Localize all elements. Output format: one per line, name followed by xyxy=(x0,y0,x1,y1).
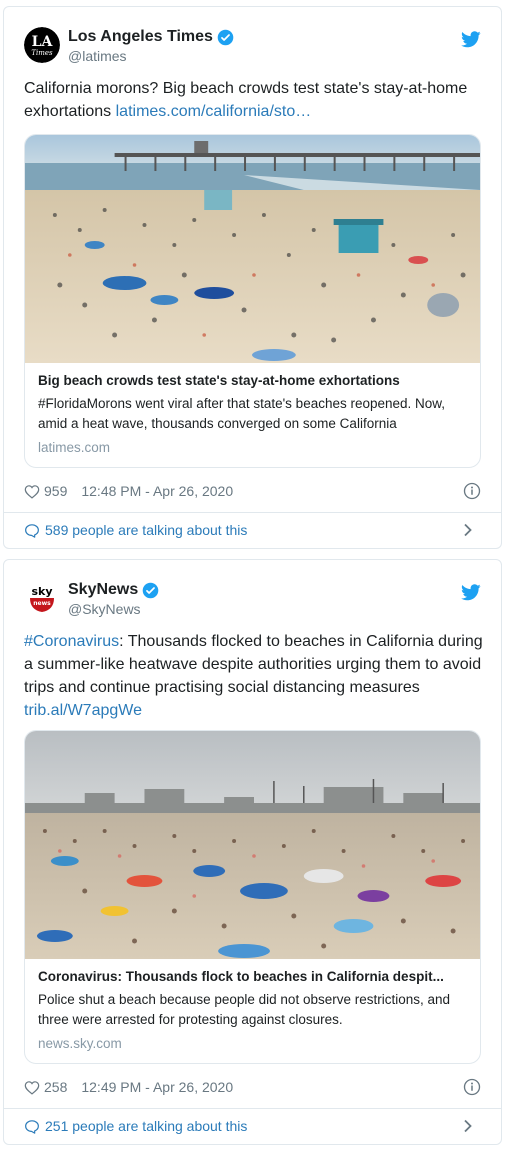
chevron-right-icon xyxy=(464,1119,472,1133)
avatar-sky-text: sky xyxy=(31,585,52,598)
tweet-header: LA Times Los Angeles Times @latimes xyxy=(24,27,481,67)
author-handle[interactable]: @latimes xyxy=(68,47,234,65)
link-card[interactable]: Coronavirus: Thousands flock to beaches … xyxy=(24,730,481,1064)
tweet-header: sky news SkyNews @SkyNews xyxy=(24,580,481,620)
tweet-text: California morons? Big beach crowds test… xyxy=(24,77,485,123)
tweet-timestamp[interactable]: 12:49 PM - Apr 26, 2020 xyxy=(81,1079,233,1095)
conversation-link[interactable]: 251 people are talking about this xyxy=(24,1116,481,1136)
divider xyxy=(4,1108,501,1109)
author-name[interactable]: SkyNews xyxy=(68,580,159,600)
card-description: #FloridaMorons went viral after that sta… xyxy=(38,396,446,431)
card-domain: latimes.com xyxy=(38,440,111,455)
card-description: Police shut a beach because people did n… xyxy=(38,992,451,1027)
conversation-text: 251 people are talking about this xyxy=(45,1118,248,1134)
verified-icon xyxy=(217,29,234,45)
skynews-logo-icon: sky news xyxy=(24,580,60,616)
hashtag-link[interactable]: #Coronavirus xyxy=(24,633,119,650)
latimes-logo-icon: LA Times xyxy=(24,27,60,63)
avatar-skynews[interactable]: sky news xyxy=(24,580,60,616)
info-icon[interactable] xyxy=(463,482,481,500)
twitter-bird-icon[interactable] xyxy=(461,584,481,601)
tweet-timestamp[interactable]: 12:48 PM - Apr 26, 2020 xyxy=(81,483,233,499)
conversation-text: 589 people are talking about this xyxy=(45,522,248,538)
svg-text:LA: LA xyxy=(32,34,54,50)
verified-icon xyxy=(142,582,159,598)
beach-photo-image xyxy=(25,135,480,363)
tweet-card-latimes: LA Times Los Angeles Times @latimes Cali… xyxy=(3,6,502,549)
like-count[interactable]: 959 xyxy=(44,483,67,499)
conversation-link[interactable]: 589 people are talking about this xyxy=(24,520,481,540)
beach-photo-image xyxy=(25,731,480,959)
author-name-text: Los Angeles Times xyxy=(68,28,213,45)
avatar-latimes[interactable]: LA Times xyxy=(24,27,60,63)
speech-bubble-icon xyxy=(25,523,39,538)
divider xyxy=(4,512,501,513)
author-handle[interactable]: @SkyNews xyxy=(68,600,159,618)
heart-icon[interactable] xyxy=(24,484,40,499)
author-name-text: SkyNews xyxy=(68,581,139,598)
tweet-meta: 258 12:49 PM - Apr 26, 2020 xyxy=(24,1077,481,1097)
heart-icon[interactable] xyxy=(24,1080,40,1095)
avatar-news-text: news xyxy=(33,600,51,607)
tweet-card-skynews: sky news SkyNews @SkyNews #Coronavirus: … xyxy=(3,559,502,1145)
author-name[interactable]: Los Angeles Times xyxy=(68,27,234,47)
card-title: Big beach crowds test state's stay-at-ho… xyxy=(38,373,400,388)
tweet-text: #Coronavirus: Thousands flocked to beach… xyxy=(24,630,485,722)
tweet-link[interactable]: latimes.com/california/sto… xyxy=(116,103,312,120)
twitter-bird-icon[interactable] xyxy=(461,31,481,48)
link-card[interactable]: Big beach crowds test state's stay-at-ho… xyxy=(24,134,481,468)
card-title: Coronavirus: Thousands flock to beaches … xyxy=(38,969,444,984)
info-icon[interactable] xyxy=(463,1078,481,1096)
svg-text:Times: Times xyxy=(31,49,53,57)
tweet-link[interactable]: trib.al/W7apgWe xyxy=(24,702,142,719)
chevron-right-icon xyxy=(464,523,472,537)
tweet-meta: 959 12:48 PM - Apr 26, 2020 xyxy=(24,481,481,501)
card-domain: news.sky.com xyxy=(38,1036,122,1051)
speech-bubble-icon xyxy=(25,1119,39,1134)
like-count[interactable]: 258 xyxy=(44,1079,67,1095)
